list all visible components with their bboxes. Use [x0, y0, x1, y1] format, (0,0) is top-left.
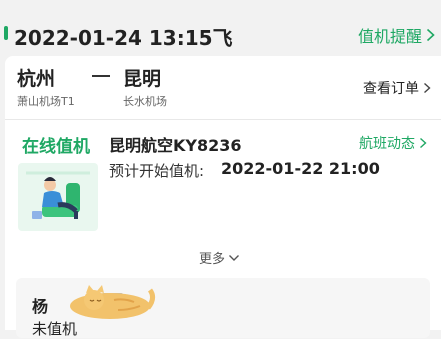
arrival-airport: 长水机场	[123, 95, 167, 108]
trip-header: 2022-01-24 13:15飞 值机提醒	[0, 14, 441, 50]
chevron-right-icon	[424, 82, 431, 94]
arrival-city: 昆明	[123, 68, 162, 90]
passenger-row[interactable]: 杨 人 未值机	[16, 278, 430, 338]
route-section: 杭州 萧山机场T1 昆明 长水机场 查看订单	[5, 56, 441, 118]
airplane-seat-icon	[24, 171, 92, 223]
flight-date-time: 2022-01-24 13:15飞	[14, 26, 233, 50]
flight-number: 昆明航空KY8236	[109, 136, 242, 155]
header-accent-bar	[4, 26, 8, 40]
section-divider	[5, 119, 441, 120]
chevron-down-icon	[229, 254, 240, 261]
checkin-start-time: 2022-01-22 21:00	[221, 159, 380, 178]
checkin-reminder-link[interactable]: 值机提醒	[358, 23, 435, 47]
view-order-link[interactable]: 查看订单	[363, 78, 431, 98]
flight-dynamic-link[interactable]: 航班动态	[359, 133, 427, 153]
route-dash	[92, 75, 110, 77]
more-toggle[interactable]: 更多	[199, 248, 240, 267]
online-checkin-title: 在线值机	[22, 137, 90, 157]
more-label: 更多	[199, 252, 226, 267]
chevron-right-icon	[420, 137, 427, 149]
flight-dynamic-label: 航班动态	[359, 136, 415, 152]
departure-airport: 萧山机场T1	[17, 95, 75, 108]
chevron-right-icon	[426, 28, 435, 42]
departure-city: 杭州	[17, 68, 56, 90]
flight-card: 杭州 萧山机场T1 昆明 长水机场 查看订单 在线值机 昆明航空KY8236 航…	[5, 56, 441, 338]
cat-sticker-icon	[70, 285, 156, 319]
checkin-reminder-label: 值机提醒	[357, 27, 422, 46]
seat-passenger-illustration	[18, 163, 98, 231]
view-order-label: 查看订单	[363, 81, 419, 97]
checkin-start-label: 预计开始值机:	[109, 162, 205, 180]
passenger-name: 杨	[32, 297, 49, 316]
